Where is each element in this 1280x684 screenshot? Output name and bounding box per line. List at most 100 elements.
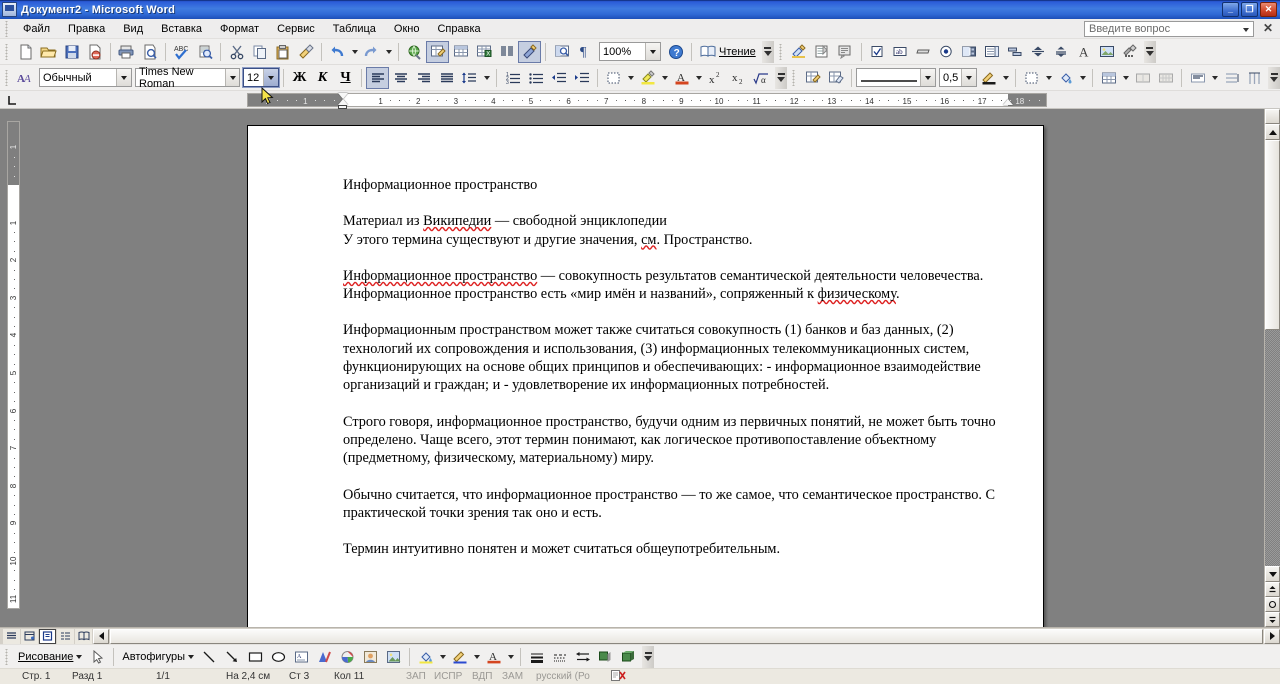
image-control-icon[interactable] <box>1096 41 1119 63</box>
paste-icon[interactable] <box>271 41 294 63</box>
outside-border-icon[interactable] <box>602 67 625 89</box>
bold-button[interactable]: Ж <box>288 67 311 89</box>
textbox-control-icon[interactable]: ab <box>889 41 912 63</box>
minimize-button[interactable]: _ <box>1222 2 1239 17</box>
menu-item-view[interactable]: Вид <box>114 21 152 37</box>
dash-style-icon[interactable] <box>548 646 571 668</box>
new-document-icon[interactable] <box>14 41 37 63</box>
italic-button[interactable]: К <box>311 67 334 89</box>
standard-toolbar-overflow-icon[interactable] <box>761 40 774 63</box>
print-icon[interactable] <box>115 41 138 63</box>
wordart-icon[interactable] <box>313 646 336 668</box>
diagram-icon[interactable] <box>336 646 359 668</box>
vertical-scroll-thumb[interactable] <box>1265 140 1280 330</box>
highlight-icon[interactable] <box>636 67 659 89</box>
justify-icon[interactable] <box>435 67 458 89</box>
show-formatting-marks-icon[interactable]: ¶ <box>573 41 596 63</box>
style-dropdown-icon[interactable] <box>116 69 131 86</box>
border-dropdown-icon[interactable] <box>625 67 636 89</box>
menu-item-help[interactable]: Справка <box>428 21 489 37</box>
toggle-button-icon[interactable] <box>1004 41 1027 63</box>
permission-icon[interactable] <box>83 41 106 63</box>
line-color-icon[interactable] <box>448 646 471 668</box>
line-spacing-icon[interactable] <box>458 67 481 89</box>
document-canvas[interactable]: Информационное пространство Материал из … <box>26 109 1264 627</box>
font-color-icon-2[interactable]: A <box>482 646 505 668</box>
chevron-down-icon[interactable] <box>188 654 194 659</box>
horizontal-ruler-scale[interactable]: 2 1 1 2 3 4 5 6 7 8 9 10 11 12 13 14 15 16 17 18 <box>247 93 1047 109</box>
border-color-icon[interactable] <box>977 67 1000 89</box>
controls-toolbar-overflow-icon[interactable] <box>1143 40 1156 63</box>
listbox-control-icon[interactable] <box>981 41 1004 63</box>
tables-and-borders-icon[interactable] <box>426 40 449 63</box>
controls-toolbar-grip[interactable] <box>776 43 785 60</box>
shadow-style-icon[interactable] <box>594 646 617 668</box>
line-style-combo[interactable] <box>856 68 936 87</box>
ask-a-question-input[interactable]: Введите вопрос <box>1084 21 1254 37</box>
open-icon[interactable] <box>37 41 60 63</box>
reading-layout-view-button[interactable] <box>75 628 92 644</box>
distribute-columns-icon[interactable] <box>1243 67 1266 89</box>
redo-dropdown-icon[interactable] <box>383 41 394 63</box>
text-box-icon[interactable]: A <box>290 646 313 668</box>
reading-layout-button[interactable]: Чтение <box>696 41 760 63</box>
scrollbar-control-icon[interactable] <box>1050 41 1073 63</box>
line-style-dropdown-icon[interactable] <box>920 69 935 86</box>
split-cells-icon[interactable] <box>1154 67 1177 89</box>
fill-color-dropdown-icon[interactable] <box>437 646 448 668</box>
document-map-icon[interactable] <box>550 41 573 63</box>
right-indent-marker[interactable] <box>1003 99 1013 105</box>
command-button-icon[interactable] <box>912 41 935 63</box>
outline-view-button[interactable] <box>57 628 74 644</box>
rectangle-icon[interactable] <box>244 646 267 668</box>
align-right-icon[interactable] <box>412 67 435 89</box>
spelling-status-icon[interactable] <box>609 669 629 684</box>
font-color-dropdown-icon-2[interactable] <box>505 646 516 668</box>
arrow-icon[interactable] <box>221 646 244 668</box>
font-size-dropdown-icon[interactable] <box>263 69 278 86</box>
spelling-icon[interactable]: ABC <box>170 41 193 63</box>
design-mode-icon[interactable] <box>788 41 811 63</box>
distribute-rows-icon[interactable] <box>1220 67 1243 89</box>
increase-indent-icon[interactable] <box>570 67 593 89</box>
chevron-down-icon[interactable] <box>1243 28 1249 32</box>
eraser-icon[interactable] <box>824 67 847 89</box>
picture-icon[interactable] <box>382 646 405 668</box>
document-page[interactable]: Информационное пространство Материал из … <box>247 125 1044 627</box>
menu-item-edit[interactable]: Правка <box>59 21 114 37</box>
vertical-scroll-track[interactable] <box>1265 140 1280 566</box>
select-objects-icon[interactable] <box>86 646 109 668</box>
insert-table-icon-2[interactable] <box>1097 67 1120 89</box>
insert-table-dropdown-icon[interactable] <box>1120 67 1131 89</box>
undo-icon[interactable] <box>326 41 349 63</box>
drawing-toolbar-grip[interactable] <box>3 648 11 665</box>
decrease-indent-icon[interactable] <box>547 67 570 89</box>
restore-button[interactable]: ❐ <box>1241 2 1258 17</box>
document-text[interactable]: Информационное пространство Материал из … <box>343 176 1005 558</box>
align-center-icon[interactable] <box>389 67 412 89</box>
font-combo[interactable]: Times New Roman <box>135 66 240 90</box>
print-layout-view-button[interactable] <box>39 628 56 644</box>
formatting-toolbar-overflow-icon[interactable] <box>775 66 787 89</box>
oval-icon[interactable] <box>267 646 290 668</box>
status-language[interactable]: русский (Ро <box>534 671 609 682</box>
styles-and-formatting-icon[interactable]: AA <box>14 67 37 89</box>
columns-icon[interactable] <box>495 41 518 63</box>
drawing-toolbar-overflow-icon[interactable] <box>642 645 654 668</box>
line-weight-combo[interactable]: 0,5 <box>939 68 977 87</box>
standard-toolbar-grip[interactable] <box>3 43 11 60</box>
chevron-down-icon[interactable] <box>76 654 83 659</box>
menu-item-insert[interactable]: Вставка <box>152 21 211 37</box>
horizontal-ruler[interactable]: 2 1 1 2 3 4 5 6 7 8 9 10 11 12 13 14 15 16 17 18 <box>26 91 1280 109</box>
status-overtype[interactable]: ЗАМ <box>500 671 534 682</box>
scroll-left-button[interactable] <box>93 628 109 644</box>
align-cells-dropdown-icon[interactable] <box>1209 67 1220 89</box>
drawing-icon[interactable] <box>518 40 541 63</box>
combobox-control-icon[interactable] <box>958 41 981 63</box>
status-extend-selection[interactable]: ВДП <box>470 671 500 682</box>
menu-item-window[interactable]: Окно <box>385 21 429 37</box>
insert-hyperlink-icon[interactable] <box>403 41 426 63</box>
menu-item-table[interactable]: Таблица <box>324 21 385 37</box>
bullets-icon[interactable] <box>524 67 547 89</box>
tables-toolbar-overflow-icon[interactable] <box>1268 66 1280 89</box>
